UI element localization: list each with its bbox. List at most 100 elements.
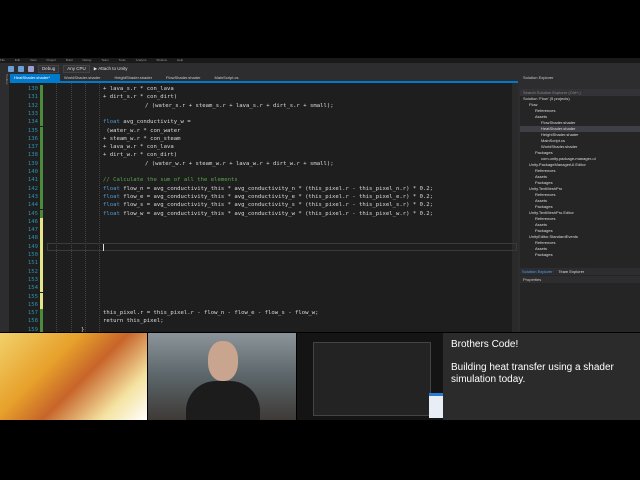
code-content: / (water_w.r + steam_w.r + lava_w.r + di… [145, 160, 334, 167]
line-number: 154 [27, 285, 38, 292]
line-number: 158 [27, 318, 38, 325]
code-text: float flow_e = avg_conductivity_this * a… [103, 193, 433, 201]
line-number: 146 [27, 218, 38, 225]
keyword: float [103, 185, 120, 192]
line-number: 148 [27, 235, 38, 242]
code-line: 132 / (water_s.r + steam_s.r + lava_s.r +… [9, 102, 509, 110]
line-number: 145 [27, 210, 38, 217]
code-line: 135 (water_w.r * con_water [9, 127, 509, 135]
menu-item[interactable]: Edit [15, 58, 20, 62]
solution-tree-item[interactable]: Packages [520, 252, 640, 258]
code-line: 151 [9, 259, 509, 267]
solution-explorer-toolbar[interactable] [520, 81, 640, 89]
code-text: float flow_n = avg_conductivity_this * a… [103, 185, 433, 193]
change-marker [40, 192, 43, 202]
line-number: 140 [27, 169, 38, 175]
code-text: float flow_s = avg_conductivity_this * a… [103, 201, 433, 209]
change-marker [40, 176, 43, 185]
line-number: 152 [27, 268, 38, 275]
change-marker [40, 151, 43, 160]
tab-team-explorer[interactable]: Team Explorer [558, 268, 584, 275]
code-line: 152 [9, 268, 509, 276]
keyword: float [103, 210, 120, 217]
code-editor[interactable]: 130 + lava_s.r * con_lava 131 + dirt_s.r * … [9, 83, 518, 332]
text-caret [103, 243, 104, 251]
change-marker [40, 242, 43, 251]
menu-item[interactable]: File [0, 58, 5, 62]
code-line: 137 + lava_w.r * con_lava [9, 143, 509, 151]
tab-solution-explorer[interactable]: Solution Explorer [522, 268, 552, 275]
solution-search-input[interactable]: Search Solution Explorer (Ctrl+;) [520, 89, 640, 96]
code-line: 134 float avg_conductivity_w = [9, 118, 509, 126]
code-content: flow_n = avg_conductivity_this * avg_con… [119, 185, 434, 192]
code-text: + steam_w.r * con_steam [103, 135, 180, 143]
solution-explorer: Solution Explorer Search Solution Explor… [520, 74, 640, 332]
attach-to-unity-button[interactable]: ▶ Attach to Unity [94, 66, 128, 72]
change-marker [40, 217, 43, 227]
stream-title: Brothers Code! [451, 339, 519, 350]
code-line: 145 float flow_w = avg_conductivity_this … [9, 210, 509, 218]
code-line: 141 // Calculate the sum of all the eleme… [9, 176, 509, 184]
menu-item[interactable]: Team [101, 58, 108, 62]
change-marker [40, 209, 43, 218]
toolbox-strip[interactable]: Toolbox [0, 74, 9, 332]
code-content: + lava_w.r * con_lava [103, 144, 174, 151]
code-content: flow_w = avg_conductivity_this * avg_con… [119, 210, 434, 217]
line-number: 130 [27, 86, 38, 92]
editor-scrollbar[interactable] [512, 83, 518, 332]
new-project-icon[interactable] [8, 65, 14, 72]
stream-message-box: Brothers Code! Building heat transfer us… [443, 333, 640, 420]
line-number: 138 [27, 152, 38, 159]
menu-item[interactable]: Tools [119, 58, 126, 62]
change-marker [40, 93, 43, 102]
tab-document[interactable]: HeatShader.shader* [10, 74, 61, 81]
line-number: 139 [27, 160, 38, 167]
change-marker [40, 325, 43, 332]
change-marker [40, 292, 43, 301]
line-number: 144 [27, 202, 38, 209]
code-text: (water_w.r * con_water [103, 127, 180, 135]
change-marker [40, 85, 43, 94]
tab-document[interactable]: HeightShader.shader [110, 74, 162, 81]
line-number: 150 [27, 252, 38, 258]
undo-icon[interactable] [28, 65, 34, 72]
line-number: 159 [27, 326, 38, 332]
code-line: 158 return this_pixel; [9, 317, 509, 325]
change-marker [40, 226, 43, 235]
change-marker [40, 309, 43, 318]
code-line: 136 + steam_w.r * con_steam [9, 135, 509, 143]
menu-item[interactable]: Debug [82, 58, 91, 62]
code-text: + dirt_s.r * con_dirt) [103, 93, 177, 101]
screen-thumbnail [297, 333, 443, 420]
menu-item[interactable]: View [30, 58, 36, 62]
menu-item[interactable]: Build [66, 58, 73, 62]
tab-document[interactable]: FlowShader.shader [162, 74, 210, 81]
properties-panel: Properties [520, 276, 640, 332]
menu-item[interactable]: Analyze [136, 58, 147, 62]
platform-select[interactable]: Any CPU [63, 64, 90, 73]
code-line: 140 [9, 168, 509, 176]
change-marker [40, 143, 43, 152]
code-content: return this_pixel; [103, 318, 164, 325]
change-marker [40, 275, 43, 285]
code-line: 154 [9, 284, 509, 292]
tab-document[interactable]: MainScript.cs [211, 74, 249, 81]
code-line: 156 [9, 301, 509, 309]
change-marker [40, 317, 43, 326]
change-marker [40, 201, 43, 210]
code-text: / (water_w.r + steam_w.r + lava_w.r + di… [145, 160, 334, 168]
code-content: flow_e = avg_conductivity_this * avg_con… [119, 193, 434, 200]
line-number: 147 [27, 227, 38, 234]
configuration-select[interactable]: Debug [38, 64, 60, 73]
solution-tree: Solution 'Flow' (5 projects) Flow Referenc… [520, 96, 640, 258]
menu-item[interactable]: Window [156, 58, 167, 62]
menu-item[interactable]: Help [177, 58, 183, 62]
save-icon[interactable] [18, 65, 24, 72]
change-marker [40, 300, 43, 310]
menu-item[interactable]: Project [46, 58, 55, 62]
code-content: this_pixel.r = this_pixel.r - flow_n - f… [103, 310, 319, 317]
keyword: float [103, 202, 120, 209]
code-content: / (water_s.r + steam_s.r + lava_s.r + di… [145, 102, 334, 109]
code-text: return this_pixel; [103, 317, 164, 325]
tab-document[interactable]: WorldShader.shader [60, 74, 110, 81]
